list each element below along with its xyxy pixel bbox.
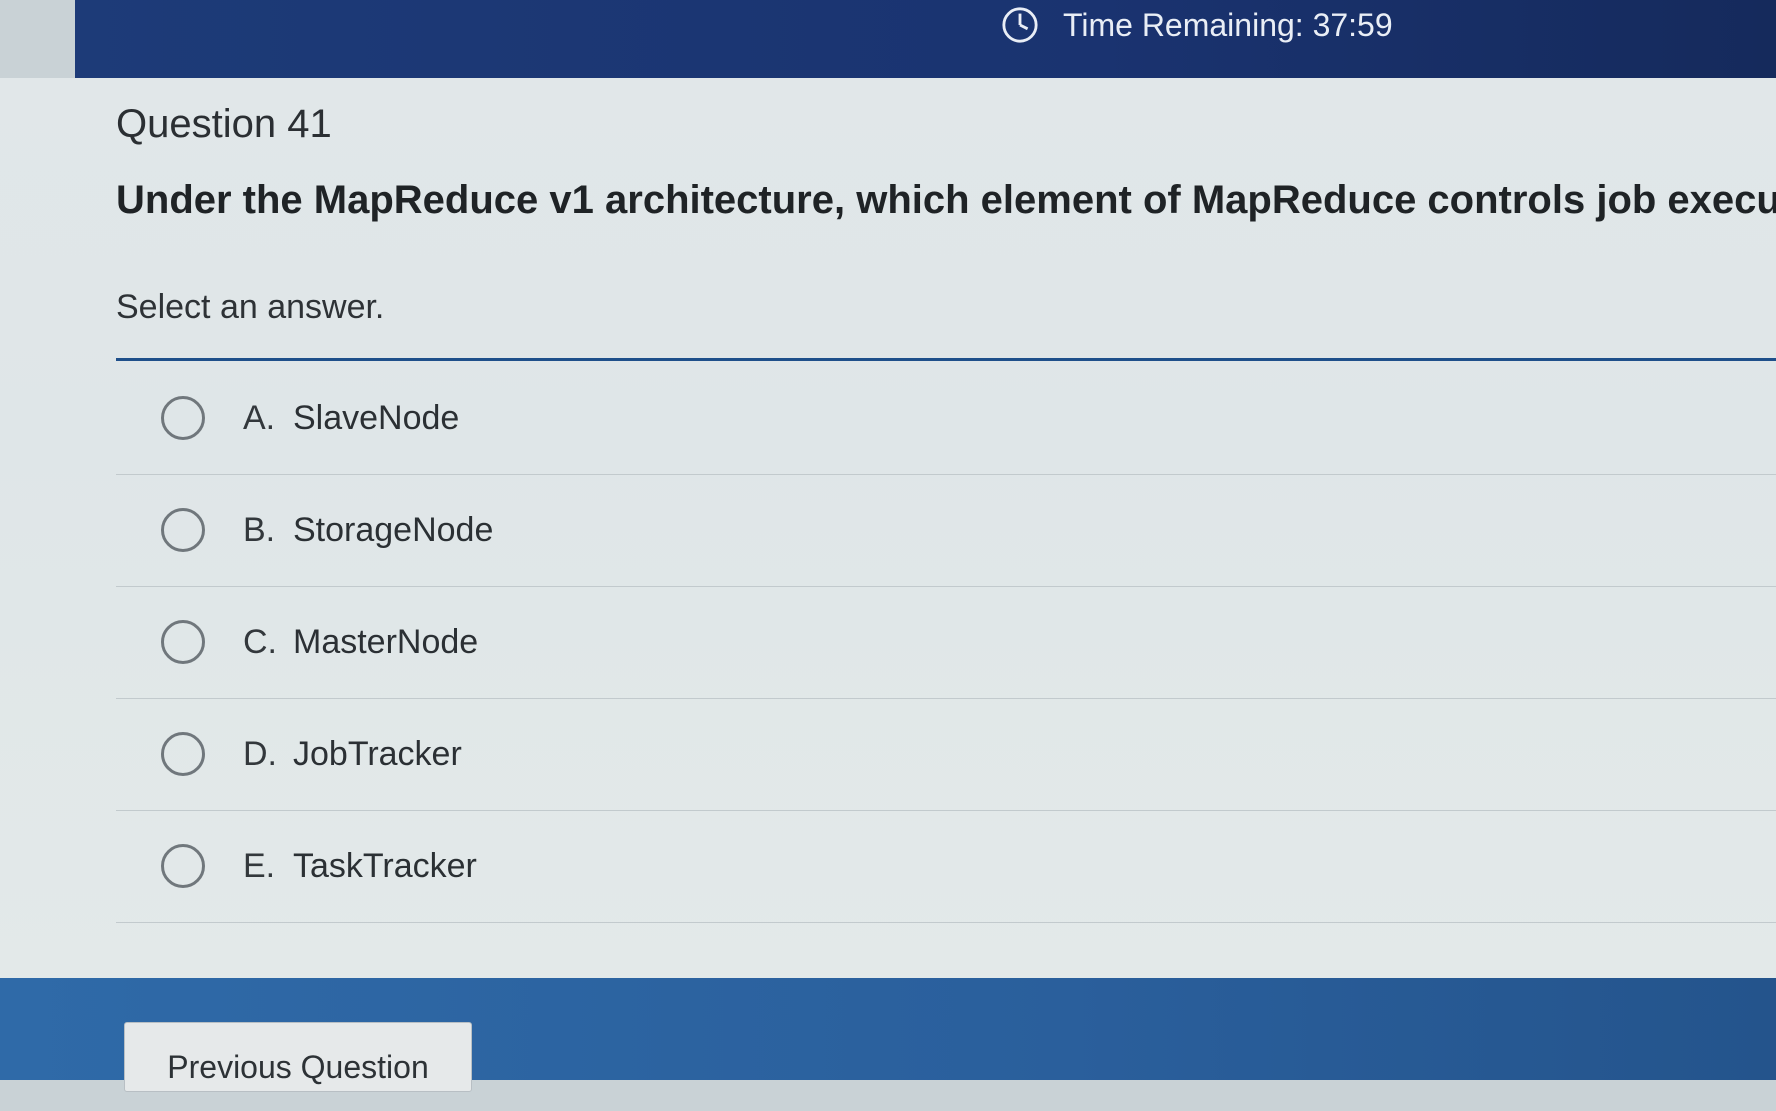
radio-a[interactable] bbox=[161, 396, 205, 440]
option-label: TaskTracker bbox=[293, 846, 477, 885]
option-label: MasterNode bbox=[293, 622, 479, 661]
option-a[interactable]: A. SlaveNode bbox=[116, 362, 1776, 475]
exam-header: Time Remaining: 37:59 bbox=[75, 0, 1776, 78]
radio-d[interactable] bbox=[161, 732, 205, 776]
option-d[interactable]: D. JobTracker bbox=[116, 698, 1776, 811]
option-label: SlaveNode bbox=[293, 398, 460, 437]
radio-c[interactable] bbox=[161, 620, 205, 664]
question-title: Question 41 bbox=[116, 102, 332, 146]
option-letter: E. bbox=[243, 846, 276, 885]
option-label: JobTracker bbox=[293, 734, 462, 773]
option-letter: D. bbox=[243, 734, 277, 773]
option-label: StorageNode bbox=[293, 510, 494, 549]
option-letter: C. bbox=[243, 622, 277, 661]
option-c[interactable]: C. MasterNode bbox=[116, 586, 1776, 699]
divider bbox=[116, 358, 1776, 361]
option-letter: A. bbox=[243, 398, 276, 437]
instruction: Select an answer. bbox=[116, 288, 385, 326]
time-remaining: Time Remaining: 37:59 bbox=[1063, 6, 1393, 43]
option-b[interactable]: B. StorageNode bbox=[116, 474, 1776, 587]
previous-question-button[interactable]: Previous Question bbox=[124, 1022, 472, 1092]
timer: Time Remaining: 37:59 bbox=[1001, 6, 1393, 44]
question-text: Under the MapReduce v1 architecture, whi… bbox=[116, 178, 1776, 222]
clock-icon bbox=[1002, 7, 1038, 43]
exam-footer: Previous Question bbox=[0, 978, 1776, 1092]
question-card: Question 41 Under the MapReduce v1 archi… bbox=[0, 78, 1776, 978]
radio-e[interactable] bbox=[161, 844, 205, 888]
option-e[interactable]: E. TaskTracker bbox=[116, 810, 1776, 923]
option-letter: B. bbox=[243, 510, 276, 549]
radio-b[interactable] bbox=[161, 508, 205, 552]
